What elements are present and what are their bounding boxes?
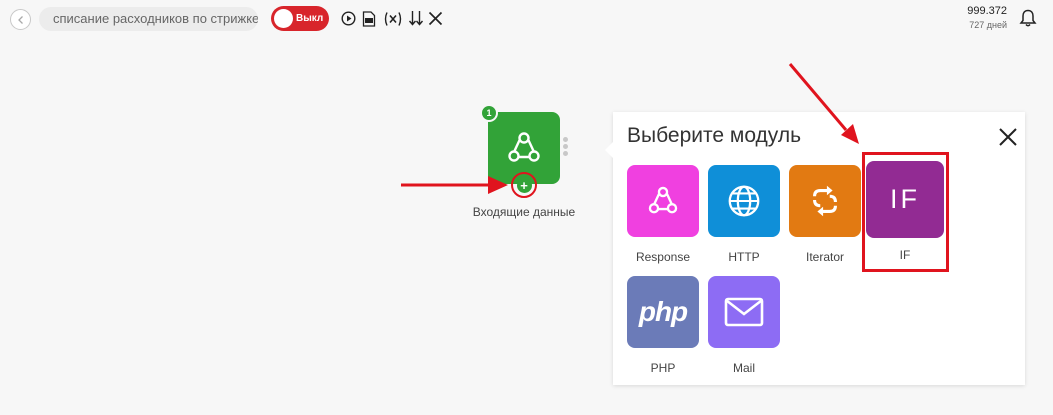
bell-icon: [1019, 9, 1037, 27]
tile-response[interactable]: Response: [627, 165, 699, 264]
tile-http[interactable]: HTTP: [708, 165, 780, 264]
run-once-button[interactable]: [341, 9, 356, 28]
add-module-button[interactable]: +: [511, 172, 537, 198]
tile-response-icon-box: [627, 165, 699, 237]
tile-mail-label: Mail: [732, 361, 755, 375]
module-picker-panel: Выберите модуль Response HTTP Iterator I…: [605, 112, 1025, 385]
picker-title: Выберите модуль: [627, 124, 802, 147]
days-remaining: 727 дней: [969, 20, 1007, 30]
scenario-toggle[interactable]: Выкл: [271, 6, 329, 31]
function-x-icon: [384, 11, 402, 26]
close-icon: [999, 128, 1017, 146]
tile-response-label: Response: [635, 250, 691, 264]
export-button[interactable]: [362, 9, 376, 28]
globe-icon: [728, 185, 760, 217]
toggle-label: Выкл: [296, 13, 324, 24]
back-button[interactable]: [10, 9, 31, 30]
play-circle-icon: [341, 11, 356, 26]
picker-close-button[interactable]: [998, 127, 1018, 147]
operations-count: 999.372: [967, 5, 1007, 17]
if-highlight-box: [862, 152, 949, 272]
plus-icon: +: [516, 177, 532, 193]
variables-button[interactable]: [383, 9, 403, 28]
module-label: Входящие данные: [472, 205, 576, 219]
tile-mail[interactable]: Mail: [708, 276, 780, 375]
envelope-icon: [724, 297, 764, 327]
sort-arrows-icon: [408, 11, 424, 26]
sort-button[interactable]: [408, 9, 424, 28]
tile-php-icon-box: php: [627, 276, 699, 348]
tile-http-label: HTTP: [728, 250, 760, 264]
drag-handle[interactable]: [563, 137, 569, 159]
chevron-left-icon: [17, 15, 23, 24]
webhook-icon: [508, 132, 540, 162]
tile-iterator-icon-box: [789, 165, 861, 237]
iterator-icon: [813, 185, 837, 217]
tile-iterator-label: Iterator: [805, 250, 844, 264]
webhook-icon: [648, 186, 678, 214]
tile-php-label: PHP: [650, 361, 676, 375]
toggle-knob: [274, 9, 293, 28]
tile-mail-icon-box: [708, 276, 780, 348]
scenario-name-field[interactable]: списание расходников по стрижке: [39, 7, 258, 31]
tile-http-icon-box: [708, 165, 780, 237]
notifications-button[interactable]: [1018, 8, 1038, 28]
module-order-badge: 1: [480, 104, 498, 122]
document-icon: [362, 10, 376, 27]
close-icon: [428, 11, 443, 26]
tile-iterator[interactable]: Iterator: [789, 165, 861, 264]
tile-php[interactable]: php PHP: [627, 276, 699, 375]
clear-button[interactable]: [428, 9, 443, 28]
tile-php-icon-text: php: [638, 296, 688, 327]
